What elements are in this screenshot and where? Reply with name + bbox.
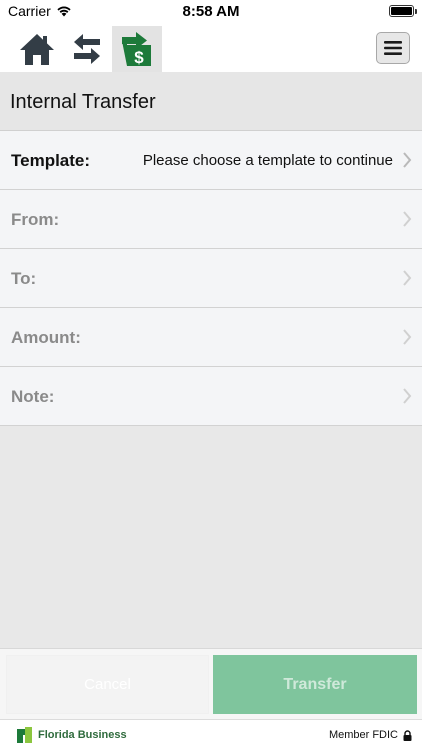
transfers-button[interactable] bbox=[62, 26, 112, 72]
svg-text:$: $ bbox=[134, 48, 144, 67]
note-row[interactable]: Note: bbox=[0, 367, 422, 426]
page-header: Internal Transfer bbox=[0, 72, 422, 131]
to-label: To: bbox=[11, 269, 37, 288]
brand: Florida Business bbox=[16, 726, 127, 744]
chevron-right-icon bbox=[403, 388, 412, 404]
move-money-button[interactable]: $ bbox=[112, 26, 162, 72]
lock-icon bbox=[403, 729, 412, 741]
template-label: Template: bbox=[11, 151, 91, 170]
chevron-right-icon bbox=[403, 329, 412, 345]
from-label: From: bbox=[11, 210, 60, 229]
battery-icon bbox=[389, 5, 417, 17]
page-title: Internal Transfer bbox=[10, 91, 156, 113]
home-button[interactable] bbox=[12, 26, 62, 72]
status-bar: Carrier 8:58 AM bbox=[0, 0, 422, 22]
hamburger-menu-icon bbox=[384, 41, 402, 55]
template-value: Please choose a template to continue bbox=[142, 152, 393, 169]
menu-button[interactable] bbox=[376, 32, 410, 64]
member-fdic-label: Member FDIC bbox=[328, 729, 398, 741]
chevron-right-icon bbox=[403, 270, 412, 286]
amount-row[interactable]: Amount: bbox=[0, 308, 422, 367]
status-time: 8:58 AM bbox=[182, 3, 240, 20]
amount-label: Amount: bbox=[11, 328, 81, 347]
move-money-icon: $ bbox=[122, 32, 151, 67]
bottom-brand-bar: Florida Business Member FDIC bbox=[0, 719, 422, 750]
template-row[interactable]: Template: Please choose a template to co… bbox=[0, 131, 422, 190]
brand-name: Florida Business bbox=[38, 729, 127, 741]
to-row[interactable]: To: bbox=[0, 249, 422, 308]
transfer-arrows-icon bbox=[74, 34, 100, 64]
from-row[interactable]: From: bbox=[0, 190, 422, 249]
chevron-right-icon bbox=[403, 152, 412, 168]
bank-logo-icon bbox=[17, 727, 32, 743]
transfer-button[interactable]: Transfer bbox=[213, 655, 417, 714]
note-label: Note: bbox=[11, 387, 55, 406]
cancel-button[interactable]: Cancel bbox=[6, 655, 209, 714]
member-fdic: Member FDIC bbox=[329, 729, 412, 741]
chevron-right-icon bbox=[403, 211, 412, 227]
transfer-form: Template: Please choose a template to co… bbox=[0, 131, 422, 426]
action-bar: Cancel Transfer bbox=[0, 648, 422, 719]
home-icon bbox=[20, 34, 54, 65]
top-navbar: $ bbox=[0, 22, 422, 72]
